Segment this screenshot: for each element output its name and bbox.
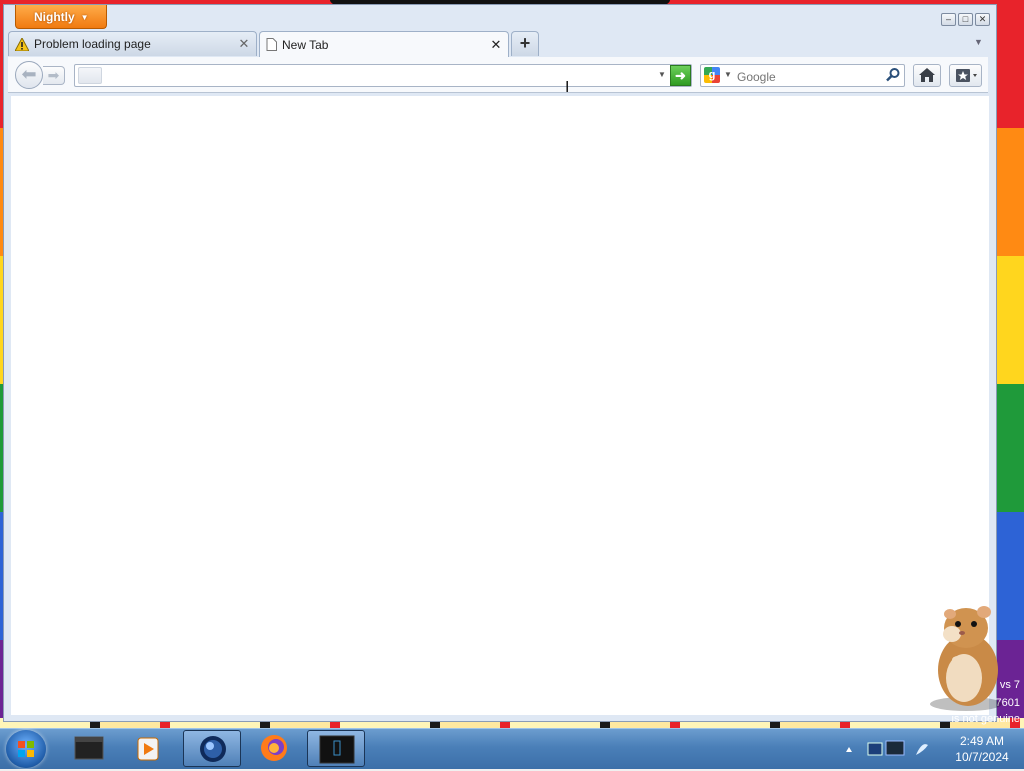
- taskbar-item-terminal[interactable]: [307, 730, 365, 767]
- clock-date: 10/7/2024: [955, 750, 1009, 764]
- history-dropdown-icon[interactable]: ▼: [658, 70, 666, 79]
- close-window-button[interactable]: ✕: [975, 13, 990, 26]
- bookmarks-icon: [956, 69, 977, 82]
- search-engine-button[interactable]: g ▼: [704, 67, 734, 84]
- search-bar[interactable]: g ▼: [700, 64, 905, 87]
- page-icon: [266, 38, 277, 51]
- tab-title: New Tab: [282, 37, 329, 52]
- forward-arrow-icon: ➡: [47, 67, 60, 83]
- hamster-mascot-icon: [930, 606, 1002, 711]
- chevron-down-icon: ▼: [80, 13, 89, 22]
- back-button[interactable]: ⬅: [15, 61, 43, 89]
- system-tray: [842, 731, 940, 767]
- taskbar-item-explorer[interactable]: [60, 730, 118, 767]
- close-tab-icon[interactable]: ✕: [238, 36, 250, 52]
- app-menu-button[interactable]: Nightly ▼: [15, 5, 107, 29]
- window-icon: [74, 736, 104, 760]
- forward-button[interactable]: ➡: [43, 66, 65, 85]
- back-arrow-icon: ⬅: [21, 64, 37, 84]
- bookmarks-button[interactable]: [949, 64, 982, 87]
- tab-list-icon[interactable]: ▼: [974, 37, 983, 47]
- tab-strip: Problem loading page ✕ New Tab ✕ + ▼: [8, 31, 988, 57]
- maximize-button[interactable]: □: [958, 13, 973, 26]
- media-player-icon: [137, 737, 159, 761]
- google-icon: g: [704, 67, 720, 83]
- display-icon: [885, 740, 905, 756]
- firefox-icon: [261, 735, 287, 761]
- taskbar-item-firefox[interactable]: [245, 730, 303, 767]
- start-button[interactable]: [6, 730, 46, 768]
- show-hidden-icons-icon[interactable]: [846, 747, 852, 752]
- home-icon: [919, 68, 935, 82]
- terminal-icon: [319, 735, 355, 764]
- tab-new-tab[interactable]: New Tab ✕: [259, 31, 509, 57]
- go-button[interactable]: ➜: [670, 65, 691, 86]
- network-icon: [867, 742, 883, 756]
- window-controls: – □ ✕: [941, 13, 990, 26]
- home-button[interactable]: [913, 64, 941, 87]
- go-arrow-icon: ➜: [675, 68, 686, 83]
- volume-icon: [916, 744, 928, 755]
- tray-icons: [846, 740, 928, 756]
- url-input[interactable]: [105, 66, 654, 87]
- new-tab-button[interactable]: +: [511, 31, 539, 56]
- tab-title: Problem loading page: [34, 37, 151, 51]
- taskbar-item-nightly[interactable]: [183, 730, 241, 767]
- windows-logo-icon: [18, 741, 34, 757]
- site-identity-icon[interactable]: [78, 67, 102, 84]
- taskbar: 2:49 AM 10/7/2024: [0, 728, 1024, 769]
- clock-time: 2:49 AM: [959, 734, 1005, 748]
- page-content[interactable]: [11, 96, 989, 715]
- close-tab-icon[interactable]: ✕: [490, 37, 502, 53]
- url-bar[interactable]: ▼: [74, 64, 692, 87]
- search-icon[interactable]: [885, 67, 901, 83]
- search-input[interactable]: [735, 66, 879, 87]
- navigation-toolbar: ⬅ ➡ ▼ ➜ g ▼: [8, 57, 988, 93]
- clock[interactable]: 2:49 AM 10/7/2024: [940, 729, 1024, 769]
- app-menu-label: Nightly: [34, 10, 75, 24]
- tab-problem-loading[interactable]: Problem loading page ✕: [8, 31, 257, 56]
- watermark-line: is not genuine: [951, 713, 1021, 725]
- nightly-icon: [200, 736, 226, 762]
- warning-icon: [15, 37, 29, 51]
- minimize-button[interactable]: –: [941, 13, 956, 26]
- chevron-down-icon: ▼: [724, 70, 732, 79]
- text-cursor-icon: I: [565, 78, 570, 96]
- taskbar-item-media-player[interactable]: [120, 730, 178, 767]
